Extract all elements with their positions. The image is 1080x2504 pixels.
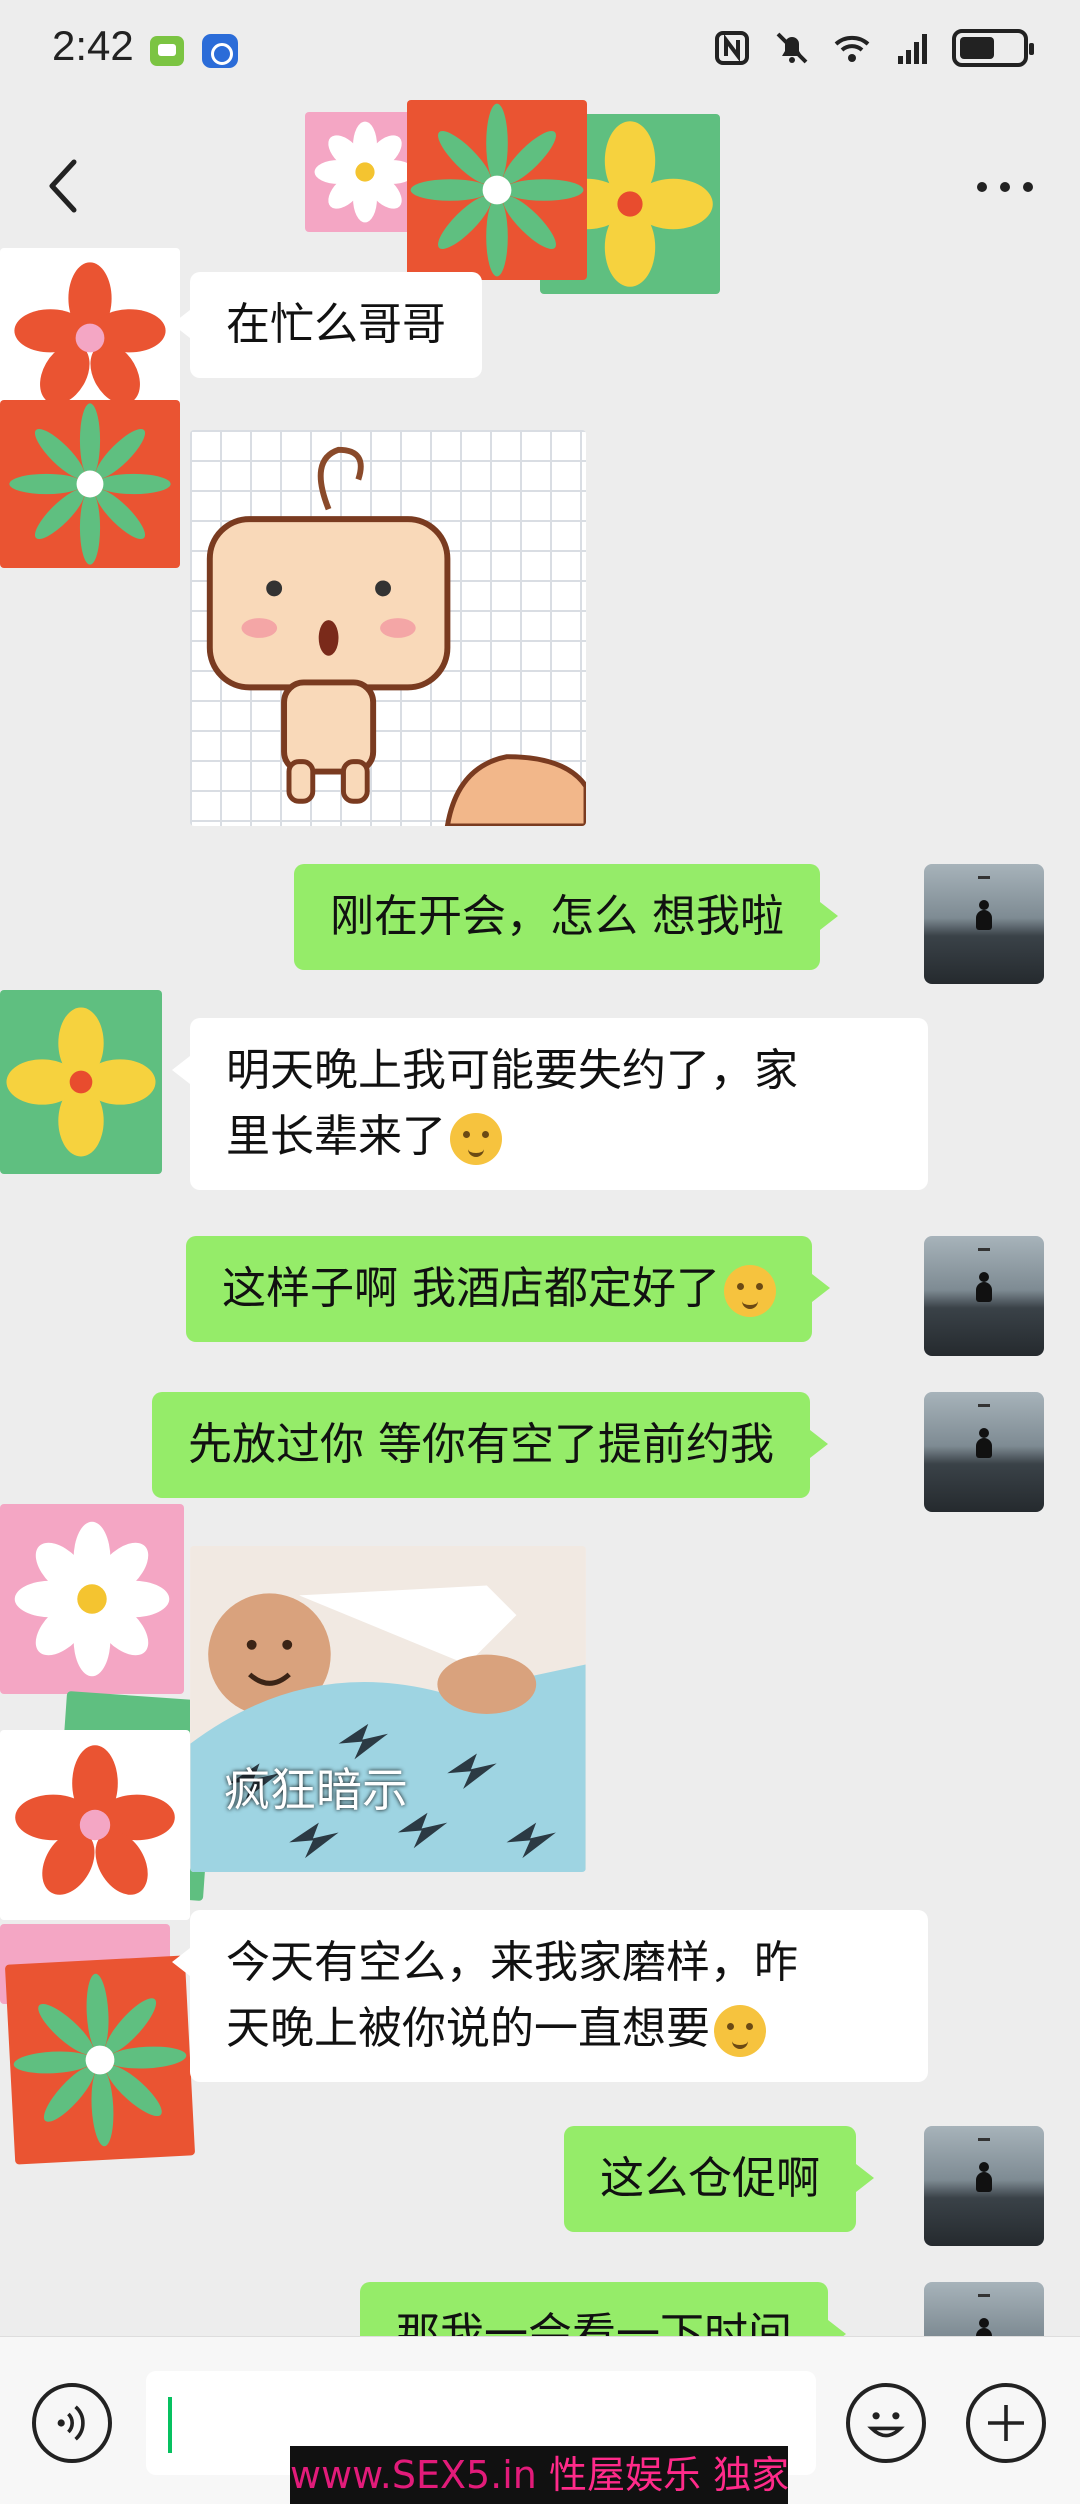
self-avatar[interactable] [924,2126,1044,2246]
message-text-line: 今天有空么，来我家磨样，昨 [226,1937,798,1988]
message-text-line: 明天晚上我可能要失约了，家 [226,1045,798,1096]
message-text: 这么仓促啊 [600,2153,820,2204]
watermark-url: www.SEX5.in [290,2453,537,2497]
app-icon [202,34,238,68]
message-bubble-incoming[interactable]: 今天有空么，来我家磨样，昨 天晚上被你说的一直想要 [172,1910,928,2082]
bird-icon [978,2138,990,2141]
message-text: 先放过你 等你有空了提前约我 [188,1419,774,1470]
status-icons [712,28,1034,68]
chevron-left-icon[interactable] [40,156,90,216]
watermark-banner: www.SEX5.in 性屋娱乐 独家发布 [290,2446,788,2504]
bird-icon [978,876,990,879]
person-silhouette-icon [976,1428,992,1458]
contact-avatar-flowers[interactable] [305,100,725,300]
message-bubble-incoming[interactable]: 明天晚上我可能要失约了，家 里长辈来了 [172,1018,928,1190]
chat-header [0,100,1080,294]
battery-icon [952,29,1034,67]
message-text-line: 里长辈来了 [226,1111,446,1162]
bird-icon [978,2294,990,2297]
self-avatar[interactable] [924,1392,1044,1512]
red-flower-tile [4,1955,196,2165]
voice-icon[interactable] [32,2383,112,2463]
cartoon-sticker[interactable] [190,430,586,826]
mute-icon [776,32,808,64]
sad-emoji-icon [714,2005,766,2057]
message-text: 刚在开会，怎么 想我啦 [330,891,784,942]
message-bubble-outgoing[interactable]: 先放过你 等你有空了提前约我 [152,1392,828,1498]
message-text: 这样子啊 我酒店都定好了 [222,1263,720,1314]
text-caret [168,2397,172,2453]
person-silhouette-icon [976,1272,992,1302]
4g-signal-icon [898,34,927,64]
emoji-icon[interactable] [846,2383,926,2463]
message-text-line: 天晚上被你说的一直想要 [226,2003,710,2054]
status-time: 2:42 [52,22,134,69]
baby-photo-sticker[interactable]: 疯狂暗示 [190,1546,586,1872]
more-dots-icon[interactable] [970,162,1040,212]
message-bubble-outgoing[interactable]: 这么仓促啊 [564,2126,874,2232]
laughing-emoji-icon [724,1265,776,1317]
person-silhouette-icon [976,2162,992,2192]
sticker-caption: 疯狂暗示 [224,1763,408,1817]
wifi-icon [834,35,870,62]
messages-app-icon [150,36,184,66]
nfc-icon [715,31,749,65]
contact-avatar[interactable] [0,990,162,1174]
message-bubble-outgoing[interactable]: 刚在开会，怎么 想我啦 [294,864,838,970]
self-avatar[interactable] [924,864,1044,984]
watermark-text: 性屋娱乐 独家发布 [548,2453,788,2497]
person-silhouette-icon [976,900,992,930]
plus-icon[interactable] [966,2383,1046,2463]
red-flower-tile [0,400,180,568]
message-bubble-incoming[interactable]: 在忙么哥哥 [172,272,482,378]
message-bubble-outgoing[interactable]: 这样子啊 我酒店都定好了 [186,1236,830,1342]
self-avatar[interactable] [924,1236,1044,1356]
emoji-icon [450,1113,502,1165]
message-text: 在忙么哥哥 [226,299,446,350]
red-flower-tile [407,100,587,280]
red-flower-tile [0,1730,190,1920]
status-bar: 2:42 [0,0,1080,100]
bird-icon [978,1404,990,1407]
contact-avatar[interactable] [0,1504,184,1694]
bird-icon [978,1248,990,1251]
